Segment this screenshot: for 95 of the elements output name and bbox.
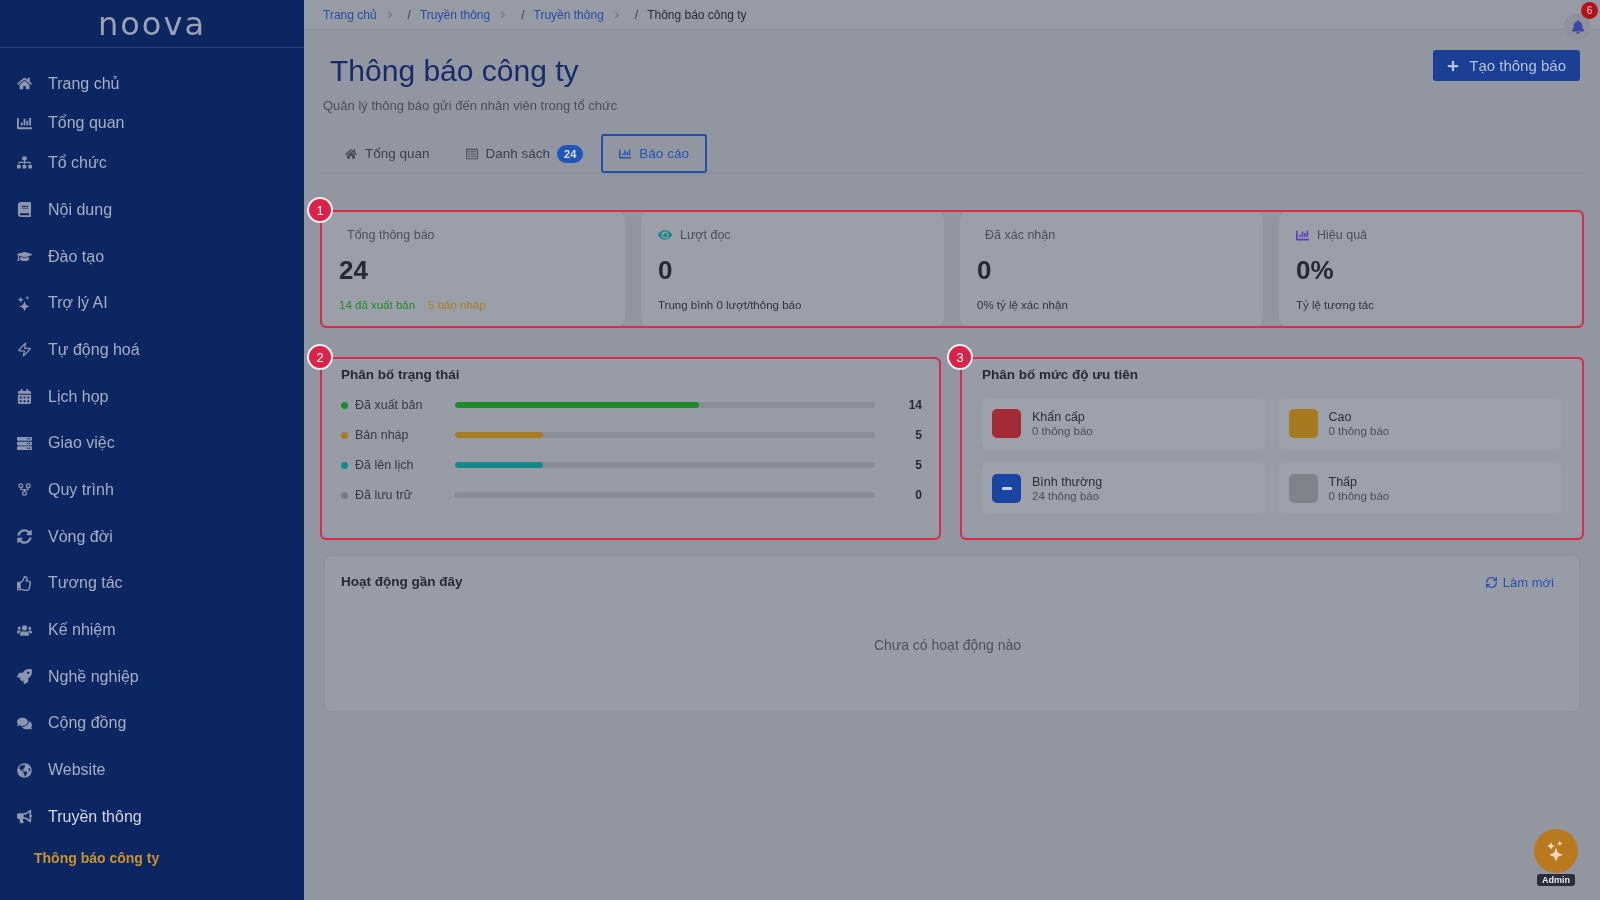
- nav-item[interactable]: Đào tạo: [0, 233, 105, 280]
- nav-item[interactable]: Giao việc: [0, 419, 115, 467]
- nav-item[interactable]: Nội dung: [0, 186, 113, 234]
- status-label: Đã lưu trữ: [355, 488, 413, 502]
- users-icon: [17, 622, 32, 638]
- page-subtitle: Quản lý thông báo gửi đến nhân viên trong tổ chức: [323, 97, 618, 115]
- home-icon: [345, 147, 357, 160]
- stat-note: 0% tỷ lệ xác nhận: [977, 298, 1068, 313]
- step-marker: 3: [947, 344, 973, 370]
- breadcrumb-separator: /: [407, 7, 411, 22]
- sitemap-icon: [17, 155, 32, 171]
- priority-label: Thấp: [1328, 475, 1357, 489]
- count-badge: 24: [557, 144, 584, 163]
- create-button[interactable]: Tạo thông báo: [1433, 50, 1580, 81]
- priority-count: 0 thông báo: [1032, 425, 1093, 437]
- nav-item[interactable]: Tổng quan: [0, 103, 125, 143]
- refresh-icon: [17, 529, 32, 545]
- status-count: 14: [907, 398, 922, 412]
- stat-note: Tỷ lệ tương tác: [1296, 298, 1374, 313]
- status-label: Đã lên lịch: [355, 458, 414, 472]
- fork-icon: [17, 482, 32, 498]
- nav-item[interactable]: Lịch họp: [0, 373, 109, 420]
- nav-item[interactable]: Cộng đồng: [0, 700, 127, 747]
- nav-item[interactable]: Website: [0, 746, 106, 794]
- stat-label: Đã xác nhận: [984, 228, 1056, 242]
- nav-item[interactable]: Quy trình: [0, 466, 114, 514]
- page-title: Thông báo công ty: [330, 53, 579, 89]
- lightning-icon: [17, 342, 32, 358]
- panel-title: Hoạt động gần đây: [341, 573, 463, 591]
- list-icon: [465, 147, 478, 160]
- chevron-right-icon: [612, 10, 621, 19]
- status-count: 5: [914, 428, 922, 442]
- step-marker: 1: [307, 197, 333, 223]
- thumbs-up-icon: [17, 575, 32, 591]
- step-marker: 2: [307, 344, 333, 370]
- bell-icon: [1570, 19, 1585, 34]
- panel-title: Phân bố trạng thái: [341, 366, 461, 384]
- bar-chart-icon: [17, 115, 32, 131]
- stat-label: Tổng thông báo: [346, 228, 435, 242]
- stat-value: 0: [658, 254, 673, 286]
- tab[interactable]: Tổng quan: [327, 134, 448, 173]
- priority-label: Bình thường: [1032, 475, 1103, 489]
- role-tag: Admin: [1537, 874, 1575, 886]
- home-icon: [17, 76, 32, 92]
- megaphone-icon: [17, 809, 32, 825]
- eye-icon: [658, 228, 672, 242]
- nav-subitem[interactable]: Thông báo công ty: [0, 840, 160, 876]
- stat-value: 24: [339, 254, 368, 286]
- chat-icon: [17, 715, 32, 731]
- sparkle-icon: [17, 295, 32, 311]
- stat-note: 5 bản nháp: [428, 298, 486, 313]
- status-count: 5: [914, 458, 922, 472]
- breadcrumb-separator: /: [634, 7, 639, 22]
- priority-count: 24 thông báo: [1032, 490, 1100, 502]
- book-icon: [17, 202, 32, 218]
- nav-item[interactable]: Kế nhiệm: [0, 606, 116, 654]
- status-count: 0: [914, 488, 922, 502]
- bar-chart-icon: [1296, 228, 1309, 242]
- nav-item[interactable]: Truyền thông: [0, 793, 142, 841]
- rocket-icon: [17, 669, 32, 685]
- calendar-icon: [17, 389, 32, 405]
- nav-item[interactable]: Vòng đời: [0, 513, 113, 560]
- nav-item[interactable]: Nghề nghiệp: [0, 653, 139, 701]
- breadcrumb-page-text: Thông báo công ty: [647, 7, 747, 22]
- globe-icon: [17, 762, 32, 778]
- stat-label: Hiệu quả: [1317, 228, 1368, 242]
- logo: noova: [98, 5, 206, 42]
- nav-item[interactable]: Trang chủ: [0, 64, 120, 104]
- priority-label: Khẩn cấp: [1032, 410, 1085, 424]
- status-label: Đã xuất bản: [355, 398, 423, 412]
- nav-item[interactable]: Tự động hoá: [0, 326, 140, 374]
- status-label: Bản nháp: [355, 428, 409, 442]
- stat-note: 14 đã xuất bản: [339, 298, 416, 313]
- nav-item[interactable]: Trợ lý AI: [0, 279, 108, 327]
- chevron-right-icon: [499, 10, 508, 19]
- stat-value: 0: [977, 254, 992, 286]
- priority-label: Cao: [1328, 410, 1352, 424]
- tab[interactable]: Danh sách 24: [447, 134, 602, 173]
- stat-label: Lượt đọc: [680, 228, 731, 242]
- stat-note: Trung bình 0 lượt/thông báo: [658, 298, 802, 313]
- stat-value: 0%: [1296, 254, 1334, 286]
- plus-icon: [1447, 59, 1460, 72]
- chevron-right-icon: [385, 10, 394, 19]
- refresh-icon: [1484, 575, 1498, 589]
- nav-item[interactable]: Tương tác: [0, 560, 123, 607]
- nav-item[interactable]: Tổ chức: [0, 143, 107, 183]
- priority-count: 0 thông báo: [1328, 490, 1390, 502]
- empty-message: Chưa có hoạt động nào: [873, 636, 1022, 654]
- bar-chart-icon: [619, 147, 632, 160]
- priority-count: 0 thông báo: [1328, 425, 1390, 437]
- server-icon: [17, 435, 32, 451]
- breadcrumb-separator: /: [521, 7, 525, 22]
- panel-title: Phân bố mức độ ưu tiên: [982, 366, 1140, 384]
- count-badge: 6: [1581, 2, 1598, 19]
- assistant-button[interactable]: [1534, 829, 1578, 873]
